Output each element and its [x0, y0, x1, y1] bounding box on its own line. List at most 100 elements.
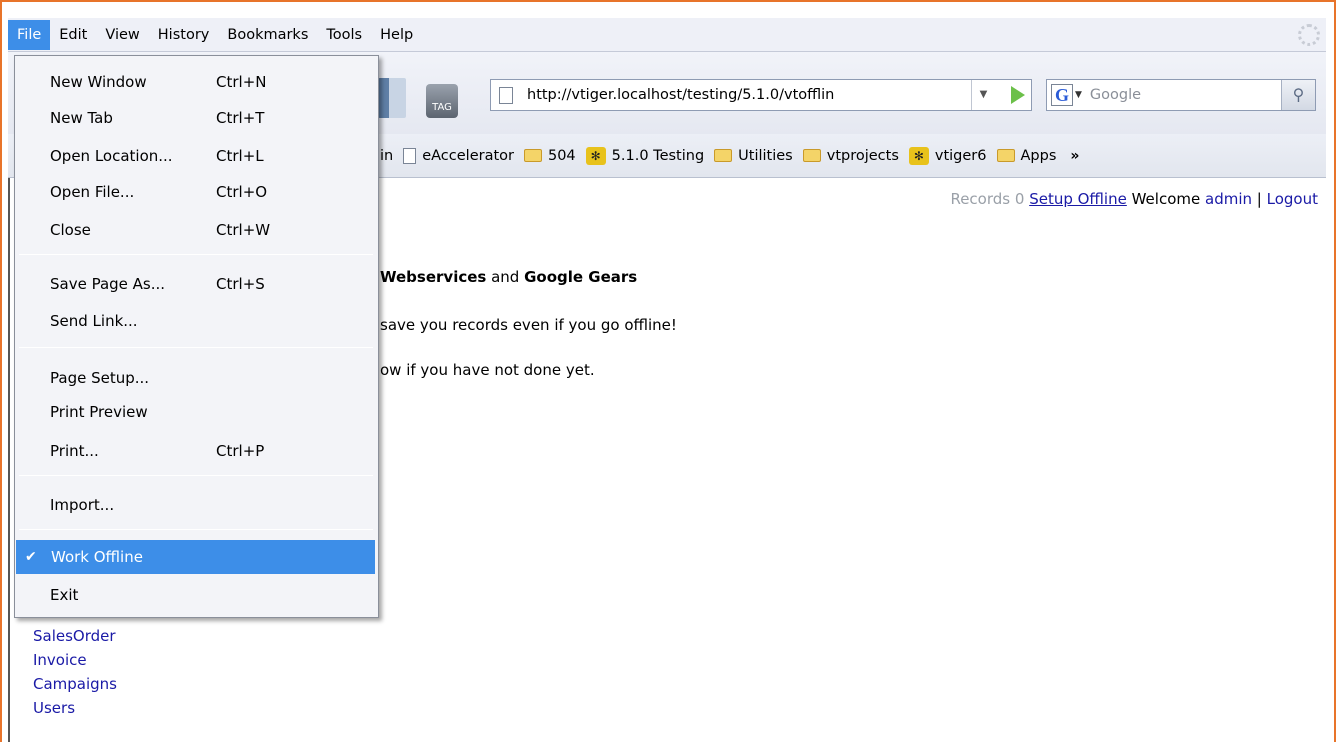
- menu-separator: [19, 475, 373, 476]
- menu-item-label: Send Link...: [50, 312, 138, 330]
- separator: |: [1256, 190, 1262, 208]
- menu-view[interactable]: View: [96, 20, 148, 50]
- menu-item-label: Page Setup...: [50, 369, 150, 387]
- menu-item-new-tab[interactable]: New Tab Ctrl+T: [15, 101, 378, 135]
- menu-item-shortcut: Ctrl+S: [216, 275, 265, 293]
- menu-item-exit[interactable]: Exit: [15, 578, 378, 612]
- menu-item-label: Close: [50, 221, 91, 239]
- menu-item-work-offline[interactable]: ✔ Work Offline: [16, 540, 375, 574]
- offline-save-text: save you records even if you go offline!: [380, 316, 677, 334]
- menu-separator: [19, 529, 373, 530]
- menu-item-label: Exit: [50, 586, 79, 604]
- page-header-links: Records 0 Setup Offline Welcome admin | …: [950, 190, 1318, 208]
- bookmark-vtiger6[interactable]: ✻ vtiger6: [908, 146, 987, 165]
- magnifier-icon[interactable]: ⚲: [1281, 80, 1315, 110]
- module-list: SalesOrder Invoice Campaigns Users: [33, 624, 117, 720]
- bookmark-510-testing[interactable]: ✻ 5.1.0 Testing: [585, 146, 705, 165]
- menu-bar: File Edit View History Bookmarks Tools H…: [8, 18, 1326, 52]
- bookmark-504[interactable]: 504: [523, 147, 576, 164]
- menu-item-open-location[interactable]: Open Location... Ctrl+L: [15, 139, 378, 173]
- menu-item-new-window[interactable]: New Window Ctrl+N: [15, 65, 378, 99]
- module-link-salesorder[interactable]: SalesOrder: [33, 624, 117, 648]
- bookmark-label: eAccelerator: [422, 147, 514, 164]
- bookmark-label: 5.1.0 Testing: [611, 147, 705, 164]
- menu-item-save-page-as[interactable]: Save Page As... Ctrl+S: [15, 267, 378, 301]
- content-left-border: [8, 178, 10, 742]
- url-bar[interactable]: http://vtiger.localhost/testing/5.1.0/vt…: [490, 79, 1032, 111]
- menu-file[interactable]: File: [8, 19, 51, 50]
- logout-link[interactable]: Logout: [1267, 190, 1318, 208]
- module-link-campaigns[interactable]: Campaigns: [33, 672, 117, 696]
- bookmark-label: Apps: [1020, 147, 1057, 164]
- menu-item-shortcut: Ctrl+T: [216, 109, 265, 127]
- bookmark-eaccelerator[interactable]: eAccelerator: [403, 147, 514, 164]
- menu-item-print-preview[interactable]: Print Preview: [15, 395, 378, 429]
- folder-icon: [714, 149, 733, 162]
- url-history-dropdown-icon[interactable]: ▼: [971, 80, 995, 110]
- bookmark-label: 504: [547, 147, 576, 164]
- folder-icon: [802, 149, 821, 162]
- search-engine-icon[interactable]: G: [1051, 84, 1073, 106]
- setup-hint-text: ow if you have not done yet.: [380, 361, 595, 379]
- menu-item-label: Print Preview: [50, 403, 148, 421]
- url-input[interactable]: http://vtiger.localhost/testing/5.1.0/vt…: [527, 87, 937, 103]
- search-box[interactable]: G ▼ Google ⚲: [1046, 79, 1316, 111]
- bookmark-vtprojects[interactable]: vtprojects: [802, 147, 899, 164]
- menu-item-label: New Window: [50, 73, 147, 91]
- menu-edit[interactable]: Edit: [50, 20, 96, 50]
- intro-line: Webservices and Google Gears: [380, 268, 637, 286]
- menu-tools[interactable]: Tools: [317, 20, 371, 50]
- welcome-text: Welcome: [1131, 190, 1201, 208]
- webservices-text: Webservices: [380, 268, 487, 286]
- bookmark-utilities[interactable]: Utilities: [714, 148, 793, 164]
- menu-item-shortcut: Ctrl+P: [216, 442, 265, 460]
- bookmark-label: vtiger6: [934, 147, 987, 164]
- folder-icon: [523, 149, 542, 162]
- menu-item-import[interactable]: Import...: [15, 488, 378, 522]
- go-icon[interactable]: [1011, 86, 1025, 104]
- menu-separator: [19, 347, 373, 348]
- menu-item-page-setup[interactable]: Page Setup...: [15, 361, 378, 395]
- bookmark-item[interactable]: in: [380, 148, 393, 164]
- tag-icon[interactable]: TAG: [426, 84, 458, 118]
- search-input[interactable]: Google: [1090, 87, 1141, 103]
- menu-item-shortcut: Ctrl+N: [216, 73, 267, 91]
- folder-icon: [996, 149, 1015, 162]
- paw-icon: ✻: [908, 146, 929, 165]
- menu-item-print[interactable]: Print... Ctrl+P: [15, 434, 378, 468]
- menu-item-open-file[interactable]: Open File... Ctrl+O: [15, 175, 378, 209]
- records-count: Records 0: [950, 190, 1025, 208]
- menu-item-label: New Tab: [50, 109, 113, 127]
- menu-history[interactable]: History: [149, 20, 219, 50]
- search-engine-dropdown-icon[interactable]: ▼: [1075, 90, 1082, 100]
- throbber-icon: [1298, 24, 1320, 46]
- more-bookmarks-chevron-icon[interactable]: »: [1070, 148, 1079, 164]
- toolbar-extension-icon[interactable]: [378, 78, 406, 118]
- menu-item-label: Open Location...: [50, 147, 173, 165]
- menu-item-send-link[interactable]: Send Link...: [15, 304, 378, 338]
- page-icon: [499, 86, 513, 104]
- menu-item-close[interactable]: Close Ctrl+W: [15, 213, 378, 247]
- menu-help[interactable]: Help: [371, 20, 422, 50]
- menu-item-label: Save Page As...: [50, 275, 166, 293]
- setup-offline-link[interactable]: Setup Offline: [1029, 190, 1127, 208]
- module-link-users[interactable]: Users: [33, 696, 117, 720]
- menu-item-label: Print...: [50, 442, 99, 460]
- menu-item-label: Work Offline: [51, 548, 143, 566]
- and-text: and: [486, 268, 525, 286]
- bookmark-apps[interactable]: Apps: [996, 147, 1057, 164]
- bookmark-label: in: [380, 147, 394, 164]
- checkmark-icon: ✔: [25, 549, 37, 565]
- menu-item-label: Open File...: [50, 183, 135, 201]
- menu-item-shortcut: Ctrl+L: [216, 147, 264, 165]
- menu-item-shortcut: Ctrl+W: [216, 221, 271, 239]
- menu-item-label: Import...: [50, 496, 115, 514]
- bookmark-label: Utilities: [738, 147, 793, 164]
- menu-bookmarks[interactable]: Bookmarks: [218, 20, 317, 50]
- module-link-invoice[interactable]: Invoice: [33, 648, 117, 672]
- menu-item-shortcut: Ctrl+O: [216, 183, 268, 201]
- user-link[interactable]: admin: [1205, 190, 1252, 208]
- file-menu-dropdown: New Window Ctrl+N New Tab Ctrl+T Open Loca…: [14, 55, 379, 618]
- page-icon: [403, 147, 417, 164]
- bookmark-label: vtprojects: [826, 147, 899, 164]
